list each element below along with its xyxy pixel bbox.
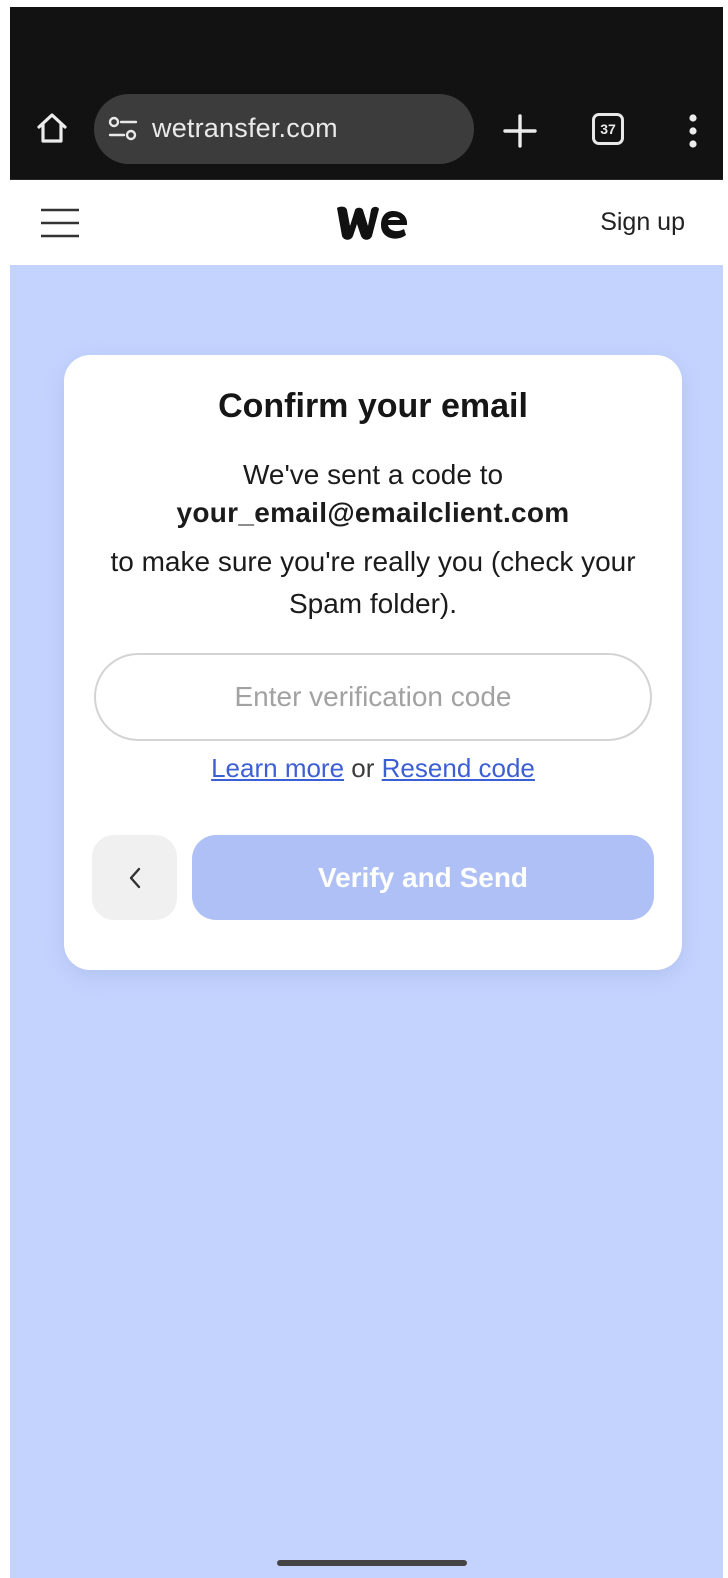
site-header: Sign up: [10, 179, 723, 265]
screen: wetransfer.com 37 Sign up Confirm your e…: [10, 7, 723, 1578]
resend-code-link[interactable]: Resend code: [382, 753, 535, 783]
tab-switcher-button[interactable]: 37: [592, 113, 624, 145]
card-title: Confirm your email: [218, 387, 528, 425]
email-address: your_email@emailclient.com: [176, 497, 570, 528]
wetransfer-logo[interactable]: [335, 204, 409, 242]
verify-and-send-button[interactable]: Verify and Send: [192, 835, 654, 920]
gesture-navigation-bar: [277, 1560, 467, 1566]
verify-button-label: Verify and Send: [317, 861, 529, 893]
confirm-email-card: Confirm your email We've sent a code to …: [64, 355, 682, 970]
more-options-icon[interactable]: [681, 111, 705, 151]
check-spam-text: to make sure you're really you (check yo…: [110, 546, 636, 619]
help-links: Learn more or Resend code: [64, 753, 682, 784]
new-tab-icon[interactable]: [500, 111, 540, 151]
tab-count: 37: [600, 121, 616, 137]
back-button[interactable]: [92, 835, 177, 920]
sent-code-text: We've sent a code to: [242, 459, 504, 490]
site-info-icon[interactable]: [108, 116, 138, 142]
verification-code-input[interactable]: [94, 653, 652, 741]
hamburger-menu-icon[interactable]: [40, 207, 80, 239]
address-bar[interactable]: wetransfer.com: [94, 94, 474, 164]
url-text[interactable]: wetransfer.com: [152, 113, 338, 144]
or-text: or: [351, 753, 375, 783]
learn-more-link[interactable]: Learn more: [211, 753, 344, 783]
browser-toolbar: wetransfer.com 37: [10, 7, 723, 179]
sign-up-link[interactable]: Sign up: [600, 208, 685, 237]
home-button[interactable]: [30, 106, 74, 150]
chevron-left-icon: [129, 867, 140, 888]
home-icon: [37, 113, 67, 143]
